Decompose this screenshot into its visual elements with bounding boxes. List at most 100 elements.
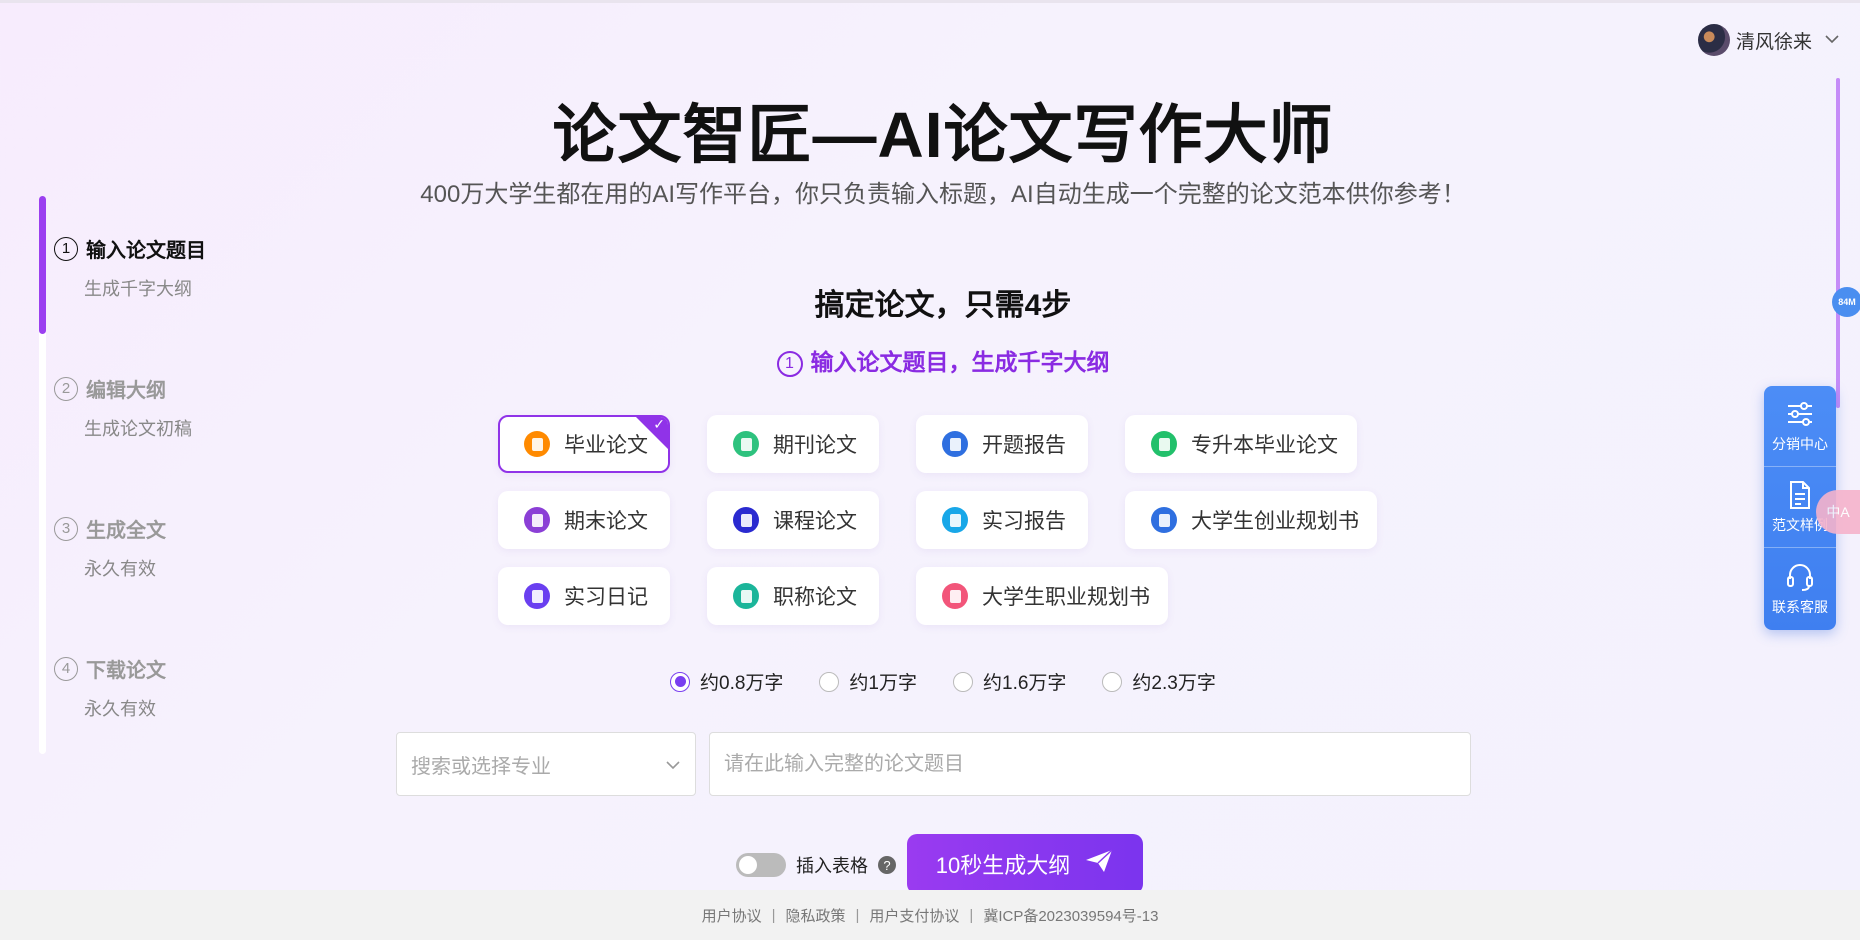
panel-item-label: 联系客服 [1772, 598, 1828, 615]
help-icon[interactable]: ? [878, 856, 896, 874]
topic-input[interactable] [709, 732, 1471, 796]
step-title: 编辑大纲 [86, 380, 166, 402]
chip-label: 实习日记 [564, 586, 648, 609]
step-3[interactable]: 3 生成全文 永久有效 [54, 514, 166, 581]
memory-badge[interactable]: 84M [1832, 287, 1860, 317]
footer: 用户协议 | 隐私政策 | 用户支付协议 | 冀ICP备2023039594号-… [0, 890, 1860, 940]
chevron-down-icon[interactable] [665, 753, 681, 776]
type-chip-professional-title[interactable]: 职称论文 [707, 567, 879, 625]
radio-word-count-0.8[interactable]: 约0.8万字 [670, 668, 783, 695]
type-chip-internship-diary[interactable]: 实习日记 [498, 567, 670, 625]
step-number: 3 [54, 516, 78, 541]
chip-label: 期刊论文 [773, 434, 857, 457]
type-chip-journal[interactable]: 期刊论文 [707, 415, 879, 473]
book-icon [942, 431, 968, 457]
avatar[interactable] [1697, 24, 1730, 56]
steps-heading: 搞定论文，只需4步 [814, 289, 1072, 322]
step-subtitle: 永久有效 [84, 559, 156, 579]
word-count-options: 约0.8万字 约1万字 约1.6万字 约2.3万字 [670, 668, 1252, 695]
step-subtitle: 生成论文初稿 [84, 419, 192, 439]
radio-label: 约2.3万字 [1132, 673, 1216, 694]
chip-label: 职称论文 [773, 586, 857, 609]
current-step-title: 输入论文题目，生成千字大纲 [810, 349, 1110, 375]
chip-label: 专升本毕业论文 [1191, 434, 1338, 457]
chip-label: 实习报告 [982, 510, 1066, 533]
radio-indicator[interactable] [953, 671, 973, 692]
translate-icon[interactable]: 中A [1816, 490, 1860, 534]
page-subtitle: 400万大学生都在用的AI写作平台，你只负责输入标题，AI自动生成一个完整的论文… [420, 181, 1466, 208]
contact-support-button[interactable]: 联系客服 [1764, 548, 1836, 629]
footer-separator: | [855, 906, 860, 924]
chip-label: 大学生创业规划书 [1191, 510, 1359, 533]
send-icon [1084, 848, 1114, 880]
radio-label: 约0.8万字 [700, 673, 784, 694]
chip-label: 课程论文 [773, 510, 857, 533]
footer-icp[interactable]: 冀ICP备2023039594号-13 [983, 905, 1158, 926]
document-icon [942, 507, 968, 533]
top-border [0, 0, 1860, 3]
headset-icon [1787, 563, 1813, 591]
sliders-icon [1788, 402, 1812, 426]
step-number: 4 [54, 656, 78, 681]
type-chip-upgrade-thesis[interactable]: 专升本毕业论文 [1125, 415, 1357, 473]
id-card-icon [1151, 507, 1177, 533]
book-icon [733, 507, 759, 533]
step-number: 2 [54, 376, 78, 401]
document-icon [733, 431, 759, 457]
insert-table-row: 插入表格 ? [736, 852, 896, 878]
footer-link-privacy[interactable]: 隐私政策 [785, 905, 845, 926]
radio-indicator[interactable] [1102, 671, 1123, 692]
document-icon [1790, 481, 1810, 509]
page-title: 论文智匠—AI论文写作大师 [552, 99, 1334, 171]
step-title: 下载论文 [86, 660, 166, 682]
radio-word-count-1[interactable]: 约1万字 [819, 668, 917, 695]
radio-indicator[interactable] [670, 671, 690, 692]
chip-label: 开题报告 [982, 434, 1066, 457]
type-chip-internship-report[interactable]: 实习报告 [916, 491, 1088, 549]
user-menu[interactable]: 清风徐来 [1697, 24, 1840, 56]
current-step-heading: 1 输入论文题目，生成千字大纲 [0, 343, 1860, 377]
step-2[interactable]: 2 编辑大纲 生成论文初稿 [54, 374, 192, 441]
scrollbar-thumb[interactable] [1836, 78, 1840, 408]
major-select-placeholder: 搜索或选择专业 [411, 755, 551, 778]
book-open-icon [1151, 431, 1177, 457]
generate-button-label: 10秒生成大纲 [935, 853, 1071, 878]
pen-icon [524, 583, 550, 609]
radio-label: 约1.6万字 [983, 673, 1067, 694]
generate-outline-button[interactable]: 10秒生成大纲 [907, 834, 1143, 894]
certificate-icon [733, 583, 759, 609]
check-icon: ✓ [653, 416, 665, 432]
chip-label: 期末论文 [564, 510, 648, 533]
step-title: 输入论文题目 [86, 240, 206, 262]
radio-indicator[interactable] [819, 671, 840, 692]
user-name[interactable]: 清风徐来 [1736, 27, 1812, 54]
radio-label: 约1万字 [849, 673, 917, 694]
chevron-down-icon[interactable] [1824, 31, 1840, 49]
step-4[interactable]: 4 下载论文 永久有效 [54, 654, 166, 721]
type-chip-final-exam[interactable]: 期末论文 [498, 491, 670, 549]
chip-label: 大学生职业规划书 [982, 586, 1150, 609]
radio-word-count-2.3[interactable]: 约2.3万字 [1102, 668, 1216, 695]
type-chip-graduation[interactable]: 毕业论文 ✓ [498, 415, 670, 473]
step-number: 1 [54, 236, 78, 261]
distribution-center-button[interactable]: 分销中心 [1764, 386, 1836, 467]
step-title: 生成全文 [86, 520, 166, 542]
footer-link-payment-agreement[interactable]: 用户支付协议 [869, 905, 959, 926]
briefcase-icon [942, 583, 968, 609]
document-icon [524, 507, 550, 533]
radio-word-count-1.6[interactable]: 约1.6万字 [953, 668, 1066, 695]
insert-table-toggle[interactable] [736, 853, 786, 877]
type-chip-proposal[interactable]: 开题报告 [916, 415, 1088, 473]
type-chip-career-plan[interactable]: 大学生职业规划书 [916, 567, 1168, 625]
type-chip-startup-plan[interactable]: 大学生创业规划书 [1125, 491, 1377, 549]
major-select[interactable]: 搜索或选择专业 [396, 732, 696, 796]
footer-separator: | [771, 906, 776, 924]
panel-item-label: 分销中心 [1772, 436, 1828, 452]
footer-separator: | [969, 906, 974, 924]
footer-link-user-agreement[interactable]: 用户协议 [702, 905, 762, 926]
document-icon [524, 431, 550, 457]
type-chip-course[interactable]: 课程论文 [707, 491, 879, 549]
insert-table-label: 插入表格 [796, 856, 868, 876]
current-step-number: 1 [776, 351, 803, 377]
step-subtitle: 永久有效 [84, 699, 156, 719]
